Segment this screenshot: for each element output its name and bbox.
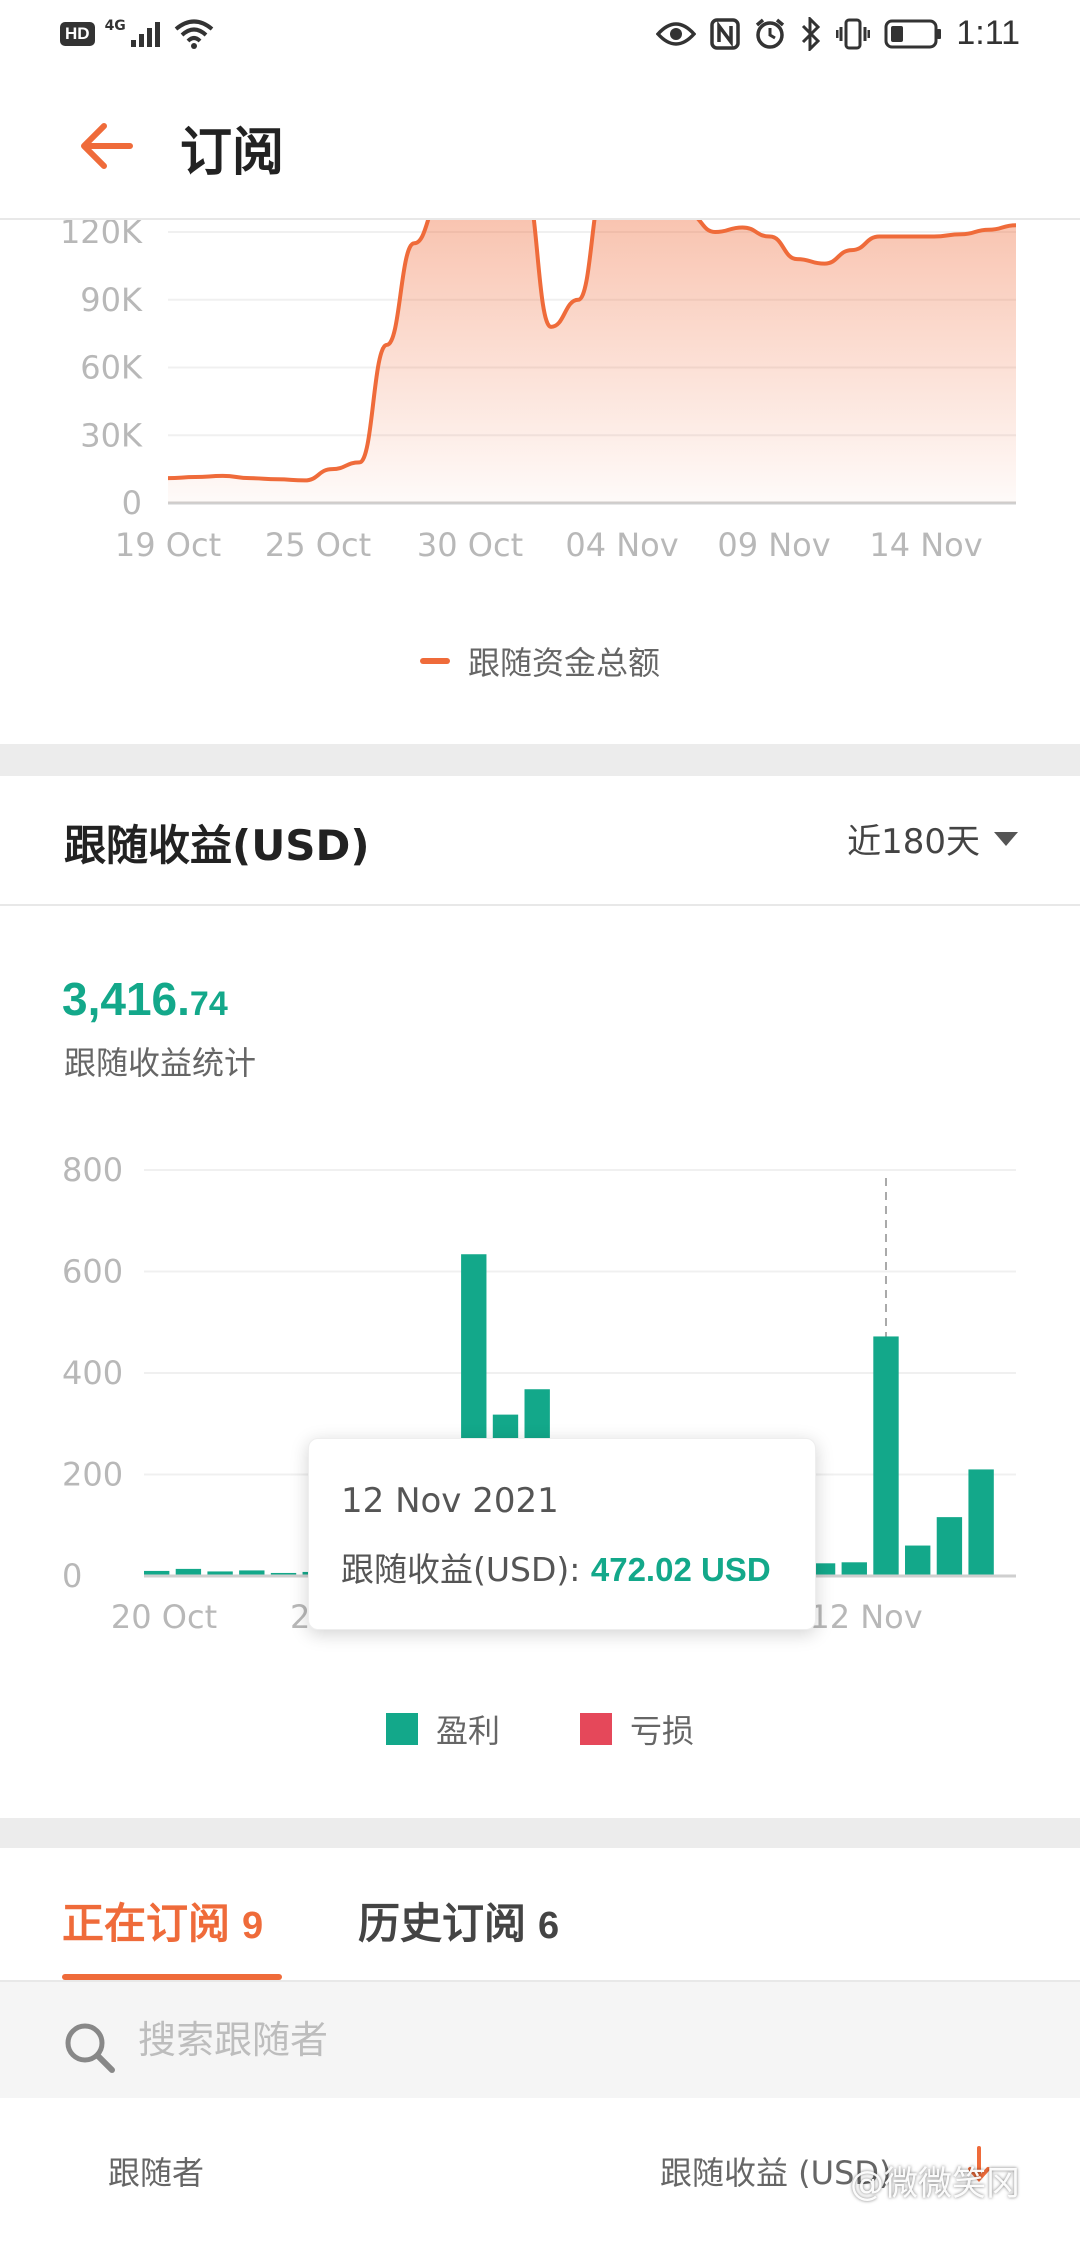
search-icon (65, 2023, 115, 2073)
aum-legend[interactable]: 跟随资金总额 (0, 638, 1080, 684)
watermark: @微微笑冈 (850, 2164, 1020, 2204)
arrow-left-icon (81, 123, 133, 169)
loss-legend-swatch (580, 1713, 612, 1745)
tab-current-subscriptions[interactable]: 正在订阅 9 (62, 1890, 263, 1984)
page-title: 订阅 (180, 123, 285, 183)
tab-current-count: 9 (242, 1905, 264, 1947)
tooltip-row: 跟随收益(USD): 472.02 USD (341, 1543, 771, 1591)
aum-y-tick: 120K (60, 220, 143, 251)
aum-x-tick: 14 Nov (869, 526, 982, 564)
aum-legend-label: 跟随资金总额 (467, 644, 660, 682)
signal-icon (130, 22, 160, 47)
aum-x-tick: 30 Oct (417, 526, 523, 564)
tooltip-label: 跟随收益(USD): (341, 1550, 591, 1589)
profit-x-tick: 12 Nov (809, 1598, 922, 1636)
back-button[interactable] (76, 114, 140, 178)
loss-legend-label: 亏损 (630, 1712, 695, 1750)
aum-y-tick: 30K (80, 416, 143, 454)
bluetooth-icon (802, 16, 821, 51)
column-header-follower: 跟随者 (108, 2154, 205, 2192)
aum-y-tick: 60K (80, 349, 143, 387)
aum-area-chart: 0 30K 60K 90K 120K 19 Oct 25 Oct 30 Oct 04 Nov 09… (60, 220, 1017, 564)
profit-legend: 盈利 亏损 (0, 1706, 1080, 1752)
nfc-icon (710, 17, 741, 50)
aum-x-tick: 04 Nov (565, 526, 678, 564)
profit-x-tick: 20 Oct (111, 1598, 217, 1636)
profit-legend-label: 盈利 (435, 1712, 500, 1750)
profit-bar (936, 1517, 963, 1576)
profit-y-tick: 200 (62, 1456, 123, 1494)
clock: 1:11 (956, 14, 1020, 52)
tooltip-date: 12 Nov 2021 (341, 1481, 559, 1521)
aum-area-fill (168, 220, 1016, 503)
hd-badge: HD (60, 22, 95, 46)
profit-card: 跟随收益(USD) 近180天 3,416.74 跟随收益统计 0 200 400 6… (0, 776, 1080, 1818)
aum-x-tick: 25 Oct (265, 526, 371, 564)
aum-x-tick: 09 Nov (717, 526, 830, 564)
battery-icon (884, 19, 942, 48)
profit-bar (968, 1469, 994, 1576)
aum-plot (167, 220, 1017, 503)
chart-tooltip: 12 Nov 2021 跟随收益(USD): 472.02 USD (308, 1438, 816, 1630)
aum-legend-swatch (419, 658, 450, 664)
aum-x-tick: 19 Oct (115, 526, 221, 564)
profit-y-tick: 0 (62, 1557, 82, 1595)
profit-y-tick: 400 (62, 1354, 123, 1392)
profit-y-tick: 600 (62, 1253, 123, 1291)
tab-history-count: 6 (538, 1905, 560, 1947)
tab-history-label: 历史订阅 (358, 1899, 527, 1948)
app-header: 订阅 (0, 72, 1080, 220)
eye-icon (656, 21, 697, 46)
tab-current-label: 正在订阅 (62, 1899, 231, 1948)
vibrate-icon (836, 18, 871, 49)
status-bar: HD 4G 1:11 (0, 0, 1080, 72)
tab-history-subscriptions[interactable]: 历史订阅 6 (358, 1890, 559, 1984)
aum-y-tick: 90K (80, 281, 143, 319)
legend-item-profit[interactable]: 盈利 (385, 1706, 500, 1752)
profit-bar (873, 1336, 899, 1576)
tooltip-value: 472.02 USD (590, 1551, 771, 1588)
profit-bar (841, 1562, 867, 1576)
alarm-icon (756, 18, 785, 49)
profit-y-tick: 800 (62, 1151, 123, 1189)
network-type: 4G (104, 18, 126, 34)
aum-y-tick: 0 (122, 484, 142, 522)
search-input[interactable] (138, 2012, 998, 2068)
wifi-icon (174, 19, 214, 49)
aum-chart-card: 0 30K 60K 90K 120K 19 Oct 25 Oct 30 Oct 04 Nov 09… (0, 220, 1080, 744)
profit-bar (905, 1545, 931, 1576)
search-bar (0, 1982, 1080, 2098)
profit-legend-swatch (385, 1713, 418, 1745)
legend-item-loss[interactable]: 亏损 (580, 1706, 694, 1752)
